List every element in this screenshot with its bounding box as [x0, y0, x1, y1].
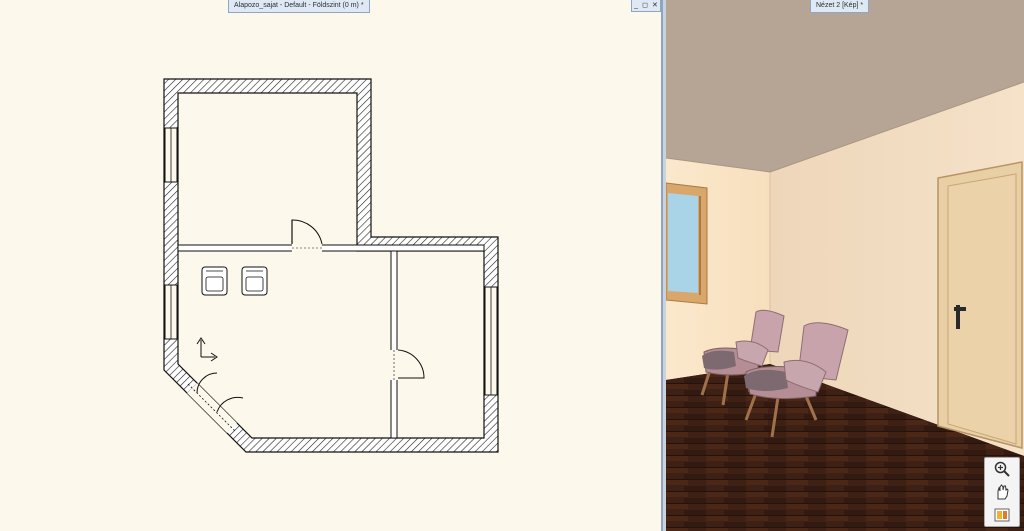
armchair-symbol-1[interactable] [201, 266, 228, 296]
3d-render[interactable] [666, 0, 1024, 531]
3d-view-pane[interactable]: Nézet 2 [Kép] * [666, 0, 1024, 531]
door-swing-right[interactable] [397, 349, 425, 379]
pan-hand-icon[interactable] [992, 483, 1012, 501]
floor-plan-pane[interactable]: Alapozo_sajat - Default - Földszint (0 m… [0, 0, 663, 531]
window-controls: _ ◻ ✕ [631, 0, 661, 12]
close-button[interactable]: ✕ [652, 1, 658, 10]
window[interactable] [666, 182, 708, 305]
layers-icon[interactable] [992, 506, 1012, 524]
floor-plan-tab[interactable]: Alapozo_sajat - Default - Földszint (0 m… [228, 0, 370, 13]
minimize-button[interactable]: _ [634, 1, 638, 10]
zoom-icon[interactable] [992, 460, 1012, 478]
restore-button[interactable]: ◻ [642, 1, 648, 10]
camera-marker-icon[interactable] [196, 337, 218, 362]
navigation-toolbar [984, 457, 1020, 527]
interior-wall-vertical[interactable] [390, 250, 398, 439]
door-swing-top[interactable] [291, 219, 323, 245]
armchair-symbol-2[interactable] [241, 266, 268, 296]
floor-plan-drawing[interactable] [0, 0, 661, 531]
door[interactable] [937, 161, 1023, 449]
exterior-wall[interactable] [163, 78, 499, 453]
interior-wall-horizontal[interactable] [177, 244, 485, 252]
3d-view-tab[interactable]: Nézet 2 [Kép] * [810, 0, 870, 13]
